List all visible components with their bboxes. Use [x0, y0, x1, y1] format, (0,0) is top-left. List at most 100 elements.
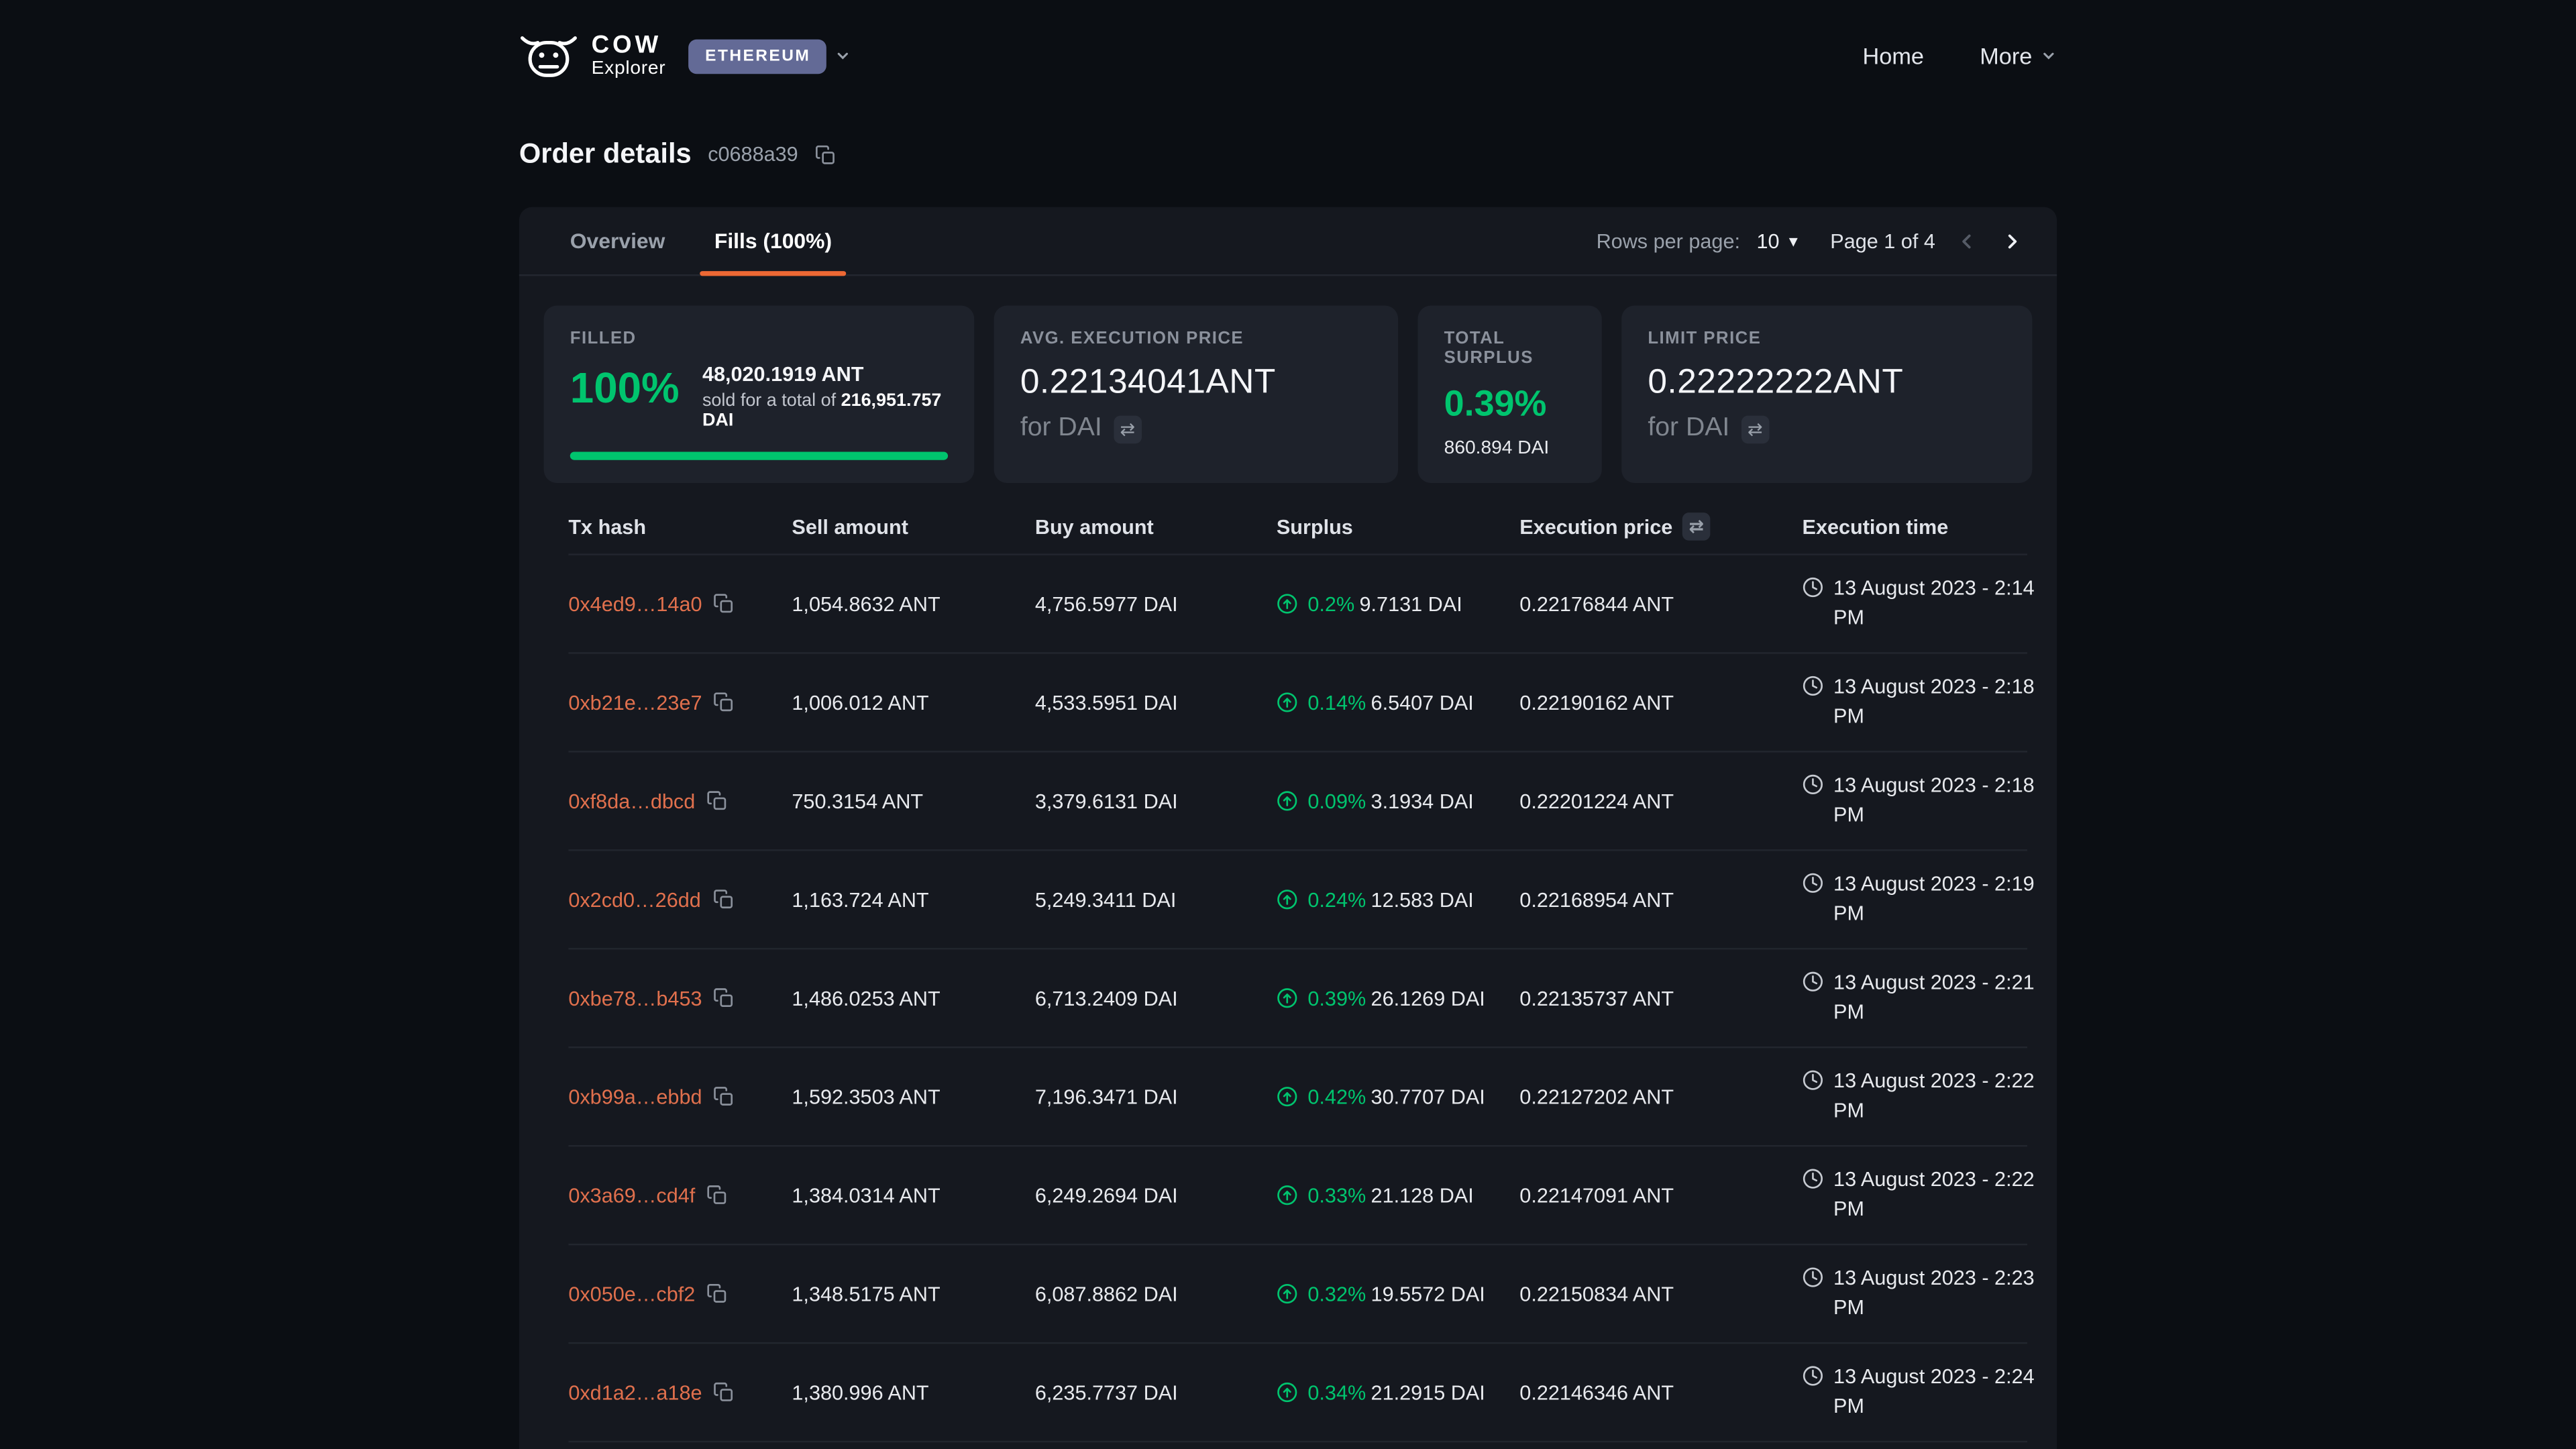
surplus-up-icon	[1277, 1382, 1298, 1403]
copy-icon[interactable]	[714, 593, 735, 614]
fills-table: Tx hash Sell amount Buy amount Surplus E…	[519, 483, 2057, 1442]
tab-overview[interactable]: Overview	[545, 207, 690, 274]
execution-time: 13 August 2023 - 2:18 PM	[1833, 674, 2053, 731]
table-row: 0xf8da…dbcd 750.3154 ANT 3,379.6131 DAI …	[568, 753, 2027, 851]
next-page-button[interactable]	[1998, 226, 2027, 256]
network-badge[interactable]: ETHEREUM	[689, 39, 827, 73]
rows-per-page-select[interactable]: 10 ▼	[1756, 229, 1801, 252]
sell-amount: 1,486.0253 ANT	[792, 987, 1034, 1010]
cow-icon	[519, 32, 578, 80]
avg-price-value: 0.22134041ANT	[1020, 363, 1372, 402]
swap-icon[interactable]: ⇄	[1114, 415, 1142, 443]
caret-down-icon: ▼	[1786, 233, 1801, 249]
tx-hash-link[interactable]: 0x2cd0…26dd	[568, 888, 700, 911]
execution-time: 13 August 2023 - 2:24 PM	[1833, 1364, 2053, 1421]
execution-time: 13 August 2023 - 2:19 PM	[1833, 871, 2053, 928]
buy-amount: 6,249.2694 DAI	[1035, 1183, 1277, 1206]
pagination: Rows per page: 10 ▼ Page 1 of 4	[1597, 226, 2027, 256]
nav-more[interactable]: More	[1980, 43, 2057, 69]
tab-fills[interactable]: Fills (100%)	[690, 207, 857, 274]
table-row: 0xb21e…23e7 1,006.012 ANT 4,533.5951 DAI…	[568, 654, 2027, 753]
surplus-amount: 12.583 DAI	[1371, 888, 1474, 911]
avg-price-for-label: for DAI	[1020, 414, 1102, 443]
clock-icon	[1803, 1069, 1824, 1091]
network-selector[interactable]: ETHEREUM	[689, 39, 852, 73]
tx-hash-link[interactable]: 0xb21e…23e7	[568, 691, 702, 714]
surplus-percent: 0.24%	[1307, 888, 1366, 911]
col-execution-price: Execution price ⇄	[1519, 513, 1802, 541]
stat-avg-price-label: AVG. EXECUTION PRICE	[1020, 329, 1372, 348]
filled-sold-line: sold for a total of 216,951.757 DAI	[702, 391, 948, 431]
sell-amount: 1,006.012 ANT	[792, 691, 1034, 714]
table-row: 0x2cd0…26dd 1,163.724 ANT 5,249.3411 DAI…	[568, 851, 2027, 950]
buy-amount: 7,196.3471 DAI	[1035, 1085, 1277, 1108]
filled-amount: 48,020.1919 ANT	[702, 363, 948, 386]
cow-explorer-logo[interactable]: COW Explorer	[519, 32, 666, 80]
stats-row: FILLED 100% 48,020.1919 ANT sold for a t…	[519, 276, 2057, 483]
execution-time: 13 August 2023 - 2:23 PM	[1833, 1265, 2053, 1323]
tx-hash-link[interactable]: 0x3a69…cd4f	[568, 1183, 695, 1206]
tx-hash-link[interactable]: 0xd1a2…a18e	[568, 1381, 702, 1403]
limit-price-for-label: for DAI	[1648, 414, 1729, 443]
copy-icon[interactable]	[714, 1382, 735, 1403]
surplus-percent: 0.34%	[1307, 1381, 1366, 1403]
execution-time: 13 August 2023 - 2:14 PM	[1833, 575, 2053, 633]
clock-icon	[1803, 1267, 1824, 1288]
copy-icon[interactable]	[714, 987, 735, 1009]
surplus-up-icon	[1277, 1086, 1298, 1108]
page-title: Order details	[519, 138, 692, 171]
surplus-amount: 6.5407 DAI	[1371, 691, 1474, 714]
surplus-up-icon	[1277, 889, 1298, 910]
col-sell-amount: Sell amount	[792, 515, 1034, 538]
clock-icon	[1803, 773, 1824, 795]
copy-icon[interactable]	[706, 1283, 728, 1305]
execution-time: 13 August 2023 - 2:18 PM	[1833, 772, 2053, 830]
nav-home[interactable]: Home	[1862, 43, 1923, 69]
tx-hash-link[interactable]: 0xbe78…b453	[568, 987, 702, 1010]
swap-icon[interactable]: ⇄	[1741, 415, 1769, 443]
stat-total-surplus: TOTAL SURPLUS 0.39% 860.894 DAI	[1417, 306, 1601, 483]
execution-price: 0.22135737 ANT	[1519, 987, 1802, 1010]
copy-icon[interactable]	[706, 1185, 728, 1206]
swap-icon[interactable]: ⇄	[1682, 513, 1711, 541]
execution-price: 0.22150834 ANT	[1519, 1282, 1802, 1305]
copy-icon[interactable]	[714, 1086, 735, 1108]
table-row: 0x3a69…cd4f 1,384.0314 ANT 6,249.2694 DA…	[568, 1146, 2027, 1245]
logo-title: COW	[592, 33, 666, 59]
sell-amount: 1,348.5175 ANT	[792, 1282, 1034, 1305]
rows-per-page-label: Rows per page:	[1597, 229, 1740, 252]
tx-hash-link[interactable]: 0x4ed9…14a0	[568, 592, 702, 615]
table-row: 0xbe78…b453 1,486.0253 ANT 6,713.2409 DA…	[568, 950, 2027, 1049]
total-surplus-percent: 0.39%	[1444, 383, 1576, 426]
surplus-amount: 30.7707 DAI	[1371, 1085, 1485, 1108]
surplus-percent: 0.14%	[1307, 691, 1366, 714]
main-nav: Home More	[1862, 43, 2057, 69]
stat-filled: FILLED 100% 48,020.1919 ANT sold for a t…	[544, 306, 975, 483]
tx-hash-link[interactable]: 0xb99a…ebbd	[568, 1085, 702, 1108]
clock-icon	[1803, 577, 1824, 598]
surplus-amount: 9.7131 DAI	[1360, 592, 1462, 615]
prev-page-button[interactable]	[1951, 226, 1981, 256]
copy-icon[interactable]	[814, 144, 836, 165]
surplus-percent: 0.42%	[1307, 1085, 1366, 1108]
stat-filled-label: FILLED	[570, 329, 948, 348]
sell-amount: 1,384.0314 ANT	[792, 1183, 1034, 1206]
order-panel: Overview Fills (100%) Rows per page: 10 …	[519, 207, 2057, 1449]
execution-price: 0.22201224 ANT	[1519, 790, 1802, 812]
page-head: Order details c0688a39	[519, 138, 2057, 171]
stat-avg-price: AVG. EXECUTION PRICE 0.22134041ANT for D…	[994, 306, 1398, 483]
table-row: 0xd1a2…a18e 1,380.996 ANT 6,235.7737 DAI…	[568, 1344, 2027, 1442]
col-buy-amount: Buy amount	[1035, 515, 1277, 538]
order-id: c0688a39	[708, 143, 798, 166]
copy-icon[interactable]	[706, 790, 728, 812]
clock-icon	[1803, 971, 1824, 992]
stat-total-surplus-label: TOTAL SURPLUS	[1444, 329, 1576, 368]
tx-hash-link[interactable]: 0x050e…cbf2	[568, 1282, 695, 1305]
surplus-up-icon	[1277, 790, 1298, 812]
copy-icon[interactable]	[712, 889, 734, 910]
tx-hash-link[interactable]: 0xf8da…dbcd	[568, 790, 695, 812]
copy-icon[interactable]	[714, 692, 735, 713]
surplus-amount: 21.128 DAI	[1371, 1183, 1474, 1206]
fill-progress-bar	[570, 451, 948, 460]
execution-price: 0.22176844 ANT	[1519, 592, 1802, 615]
